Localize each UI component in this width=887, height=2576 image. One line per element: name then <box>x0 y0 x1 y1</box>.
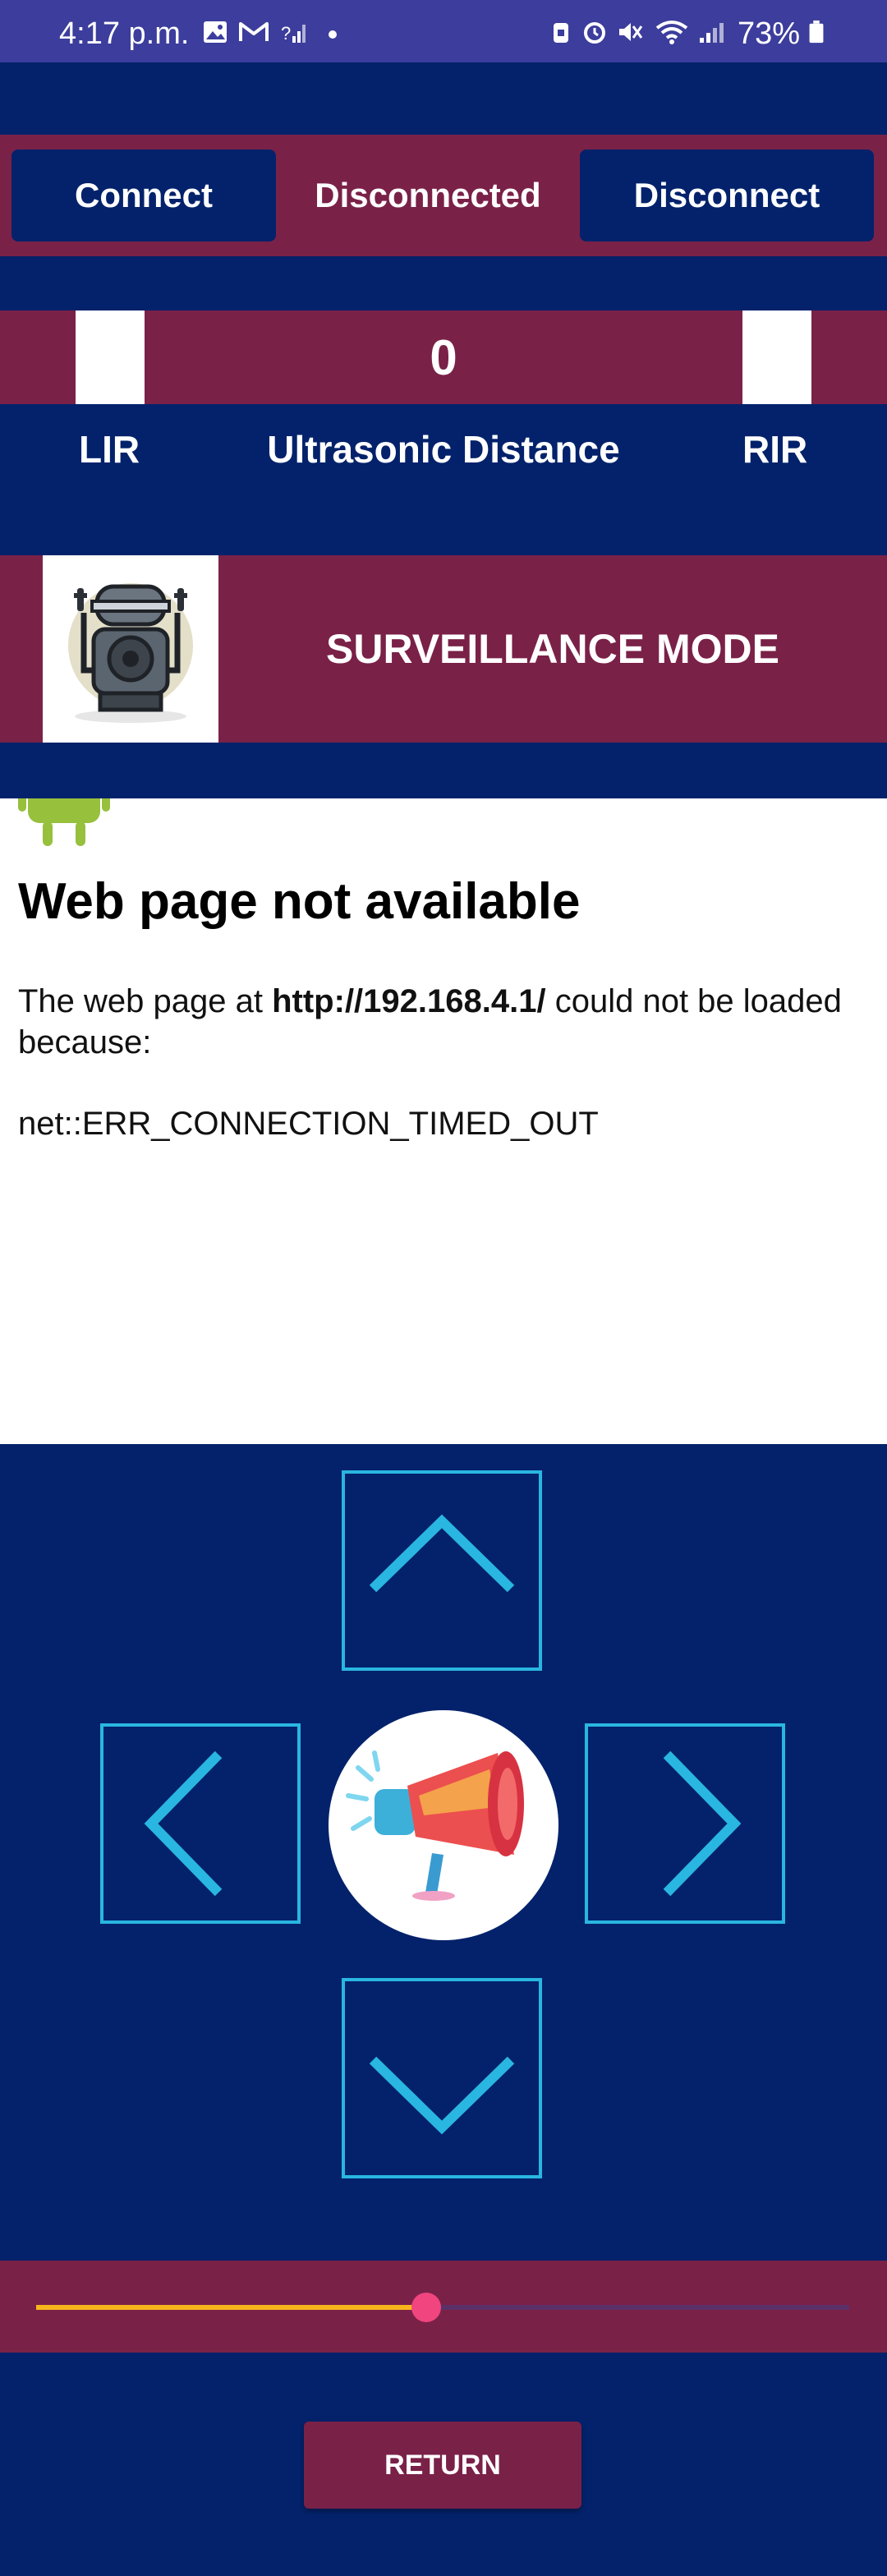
dot-icon <box>329 30 337 39</box>
slider-thumb[interactable] <box>411 2293 441 2322</box>
left-ir-indicator <box>76 310 145 404</box>
battery-icon <box>809 20 824 44</box>
webview-error-title: Web page not available <box>18 873 581 930</box>
down-button[interactable] <box>342 1978 542 2178</box>
up-button[interactable] <box>342 1470 542 1671</box>
chevron-down-icon <box>369 2056 515 2135</box>
error-url: http://192.168.4.1/ <box>272 983 546 1019</box>
slider-fill <box>36 2305 426 2310</box>
signal-icon <box>700 23 724 43</box>
error-message-prefix: The web page at <box>18 983 273 1019</box>
svg-text:?: ? <box>281 23 291 44</box>
chevron-left-icon <box>144 1750 223 1897</box>
disconnect-button[interactable]: Disconnect <box>580 150 874 242</box>
battery-percent: 73% <box>738 16 801 51</box>
return-button[interactable]: RETURN <box>304 2422 581 2509</box>
mode-title: SURVEILLANCE MODE <box>326 626 779 672</box>
horn-button[interactable] <box>329 1710 558 1940</box>
alarm-icon <box>584 22 605 44</box>
status-time: 4:17 p.m. <box>59 16 190 51</box>
webview-error-message: The web page at http://192.168.4.1/ coul… <box>18 981 848 1063</box>
wifi-icon <box>655 21 688 44</box>
chevron-up-icon <box>369 1514 515 1593</box>
megaphone-icon <box>346 1750 524 1901</box>
connection-status: Disconnected <box>315 176 541 214</box>
right-ir-indicator <box>742 310 811 404</box>
mute-icon <box>619 23 643 41</box>
lock-icon <box>554 23 568 43</box>
left-button[interactable] <box>100 1723 301 1924</box>
distance-label: Ultrasonic Distance <box>267 428 620 471</box>
right-button[interactable] <box>585 1723 785 1924</box>
chevron-right-icon <box>663 1750 742 1897</box>
rir-label: RIR <box>742 428 808 471</box>
signal-question-icon: ? <box>281 23 306 44</box>
gmail-icon <box>239 22 269 41</box>
distance-value: 0 <box>430 329 457 385</box>
android-icon <box>18 798 110 846</box>
robot-icon <box>43 555 218 743</box>
image-icon <box>204 21 227 43</box>
webview: Web page not available The web page at h… <box>0 798 887 1444</box>
lir-label: LIR <box>79 428 140 471</box>
webview-error-code: net::ERR_CONNECTION_TIMED_OUT <box>18 1106 599 1142</box>
connect-button[interactable]: Connect <box>11 150 276 242</box>
status-bar: 4:17 p.m. ? 73% <box>0 0 887 62</box>
